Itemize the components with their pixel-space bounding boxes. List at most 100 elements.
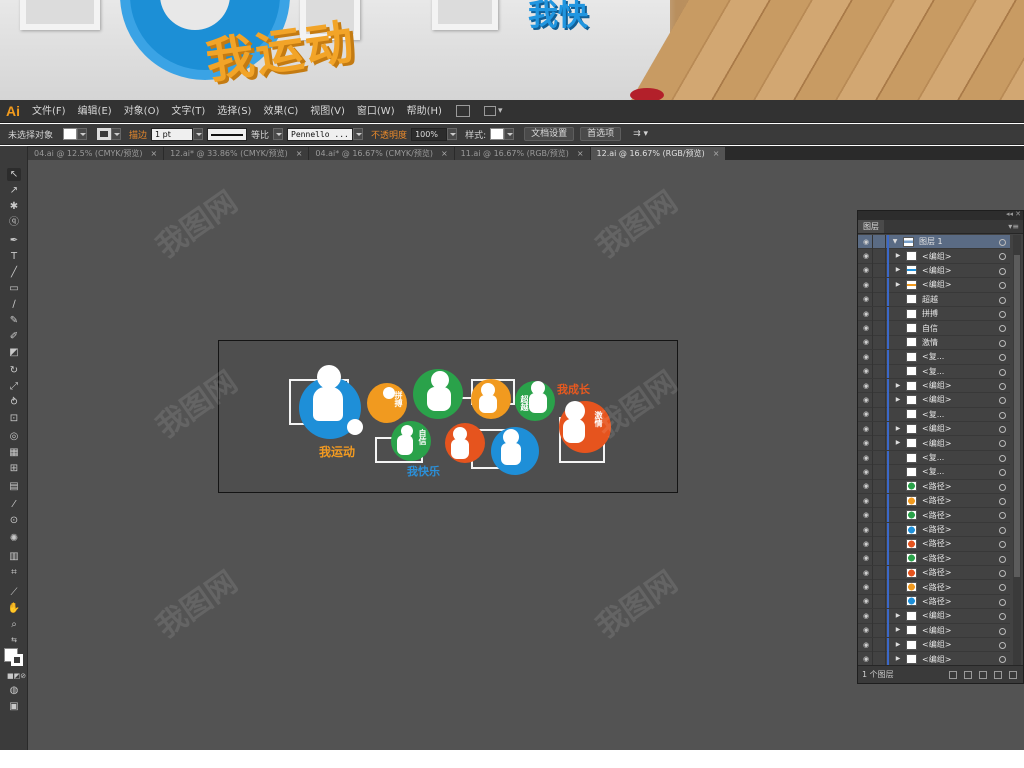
- layer-row[interactable]: ◉ <路径>: [858, 580, 1010, 595]
- pen-tool-icon[interactable]: ✒: [7, 234, 21, 247]
- layer-row[interactable]: ◉ 超越: [858, 292, 1010, 307]
- menu-item[interactable]: 文字(T): [165, 100, 211, 123]
- target-circle-icon[interactable]: [999, 440, 1006, 448]
- layer-row[interactable]: ◉ <复...: [858, 364, 1010, 379]
- disclosure-closed-icon[interactable]: ▶: [892, 249, 904, 263]
- collapse-icon[interactable]: ◂◂: [1006, 210, 1013, 218]
- eyedropper-tool-icon[interactable]: ⁄: [7, 498, 21, 511]
- target-circle-icon[interactable]: [999, 555, 1006, 563]
- lock-toggle[interactable]: [872, 450, 886, 465]
- target-circle-icon[interactable]: [999, 368, 1006, 376]
- shape-builder-tool-icon[interactable]: ◎: [7, 430, 21, 443]
- close-tab-icon[interactable]: ×: [441, 147, 448, 160]
- arrange-documents-icon[interactable]: ▾: [483, 105, 504, 117]
- lock-toggle[interactable]: [872, 349, 886, 364]
- lock-toggle[interactable]: [872, 292, 886, 307]
- lock-toggle[interactable]: [872, 493, 886, 508]
- free-transform-tool-icon[interactable]: ⊡: [7, 412, 21, 425]
- lock-toggle[interactable]: [872, 536, 886, 551]
- visibility-eye-icon[interactable]: ◉: [860, 580, 872, 594]
- target-circle-icon[interactable]: [999, 512, 1006, 520]
- layer-row[interactable]: ◉ ▶ <编组>: [858, 623, 1010, 638]
- layer-row[interactable]: ◉ <路径>: [858, 479, 1010, 495]
- lock-toggle[interactable]: [872, 565, 886, 580]
- scale-tool-icon[interactable]: ⤢: [7, 380, 21, 393]
- visibility-eye-icon[interactable]: ◉: [860, 263, 872, 277]
- target-circle-icon[interactable]: [999, 569, 1006, 577]
- stroke-profile-label[interactable]: 等比: [247, 128, 273, 141]
- scrollbar-thumb[interactable]: [1014, 255, 1020, 577]
- target-circle-icon[interactable]: [999, 627, 1006, 635]
- lock-toggle[interactable]: [872, 306, 886, 321]
- stroke-dropdown[interactable]: [111, 128, 122, 140]
- menu-item[interactable]: 视图(V): [304, 100, 351, 123]
- layer-row[interactable]: ◉ <路径>: [858, 522, 1010, 538]
- lock-toggle[interactable]: [872, 321, 886, 336]
- stroke-label[interactable]: 描边: [125, 128, 151, 141]
- target-circle-icon[interactable]: [999, 613, 1006, 621]
- blob-brush-tool-icon[interactable]: ✐: [7, 330, 21, 343]
- visibility-eye-icon[interactable]: ◉: [860, 235, 872, 249]
- target-circle-icon[interactable]: [999, 310, 1006, 318]
- document-tab[interactable]: 04.ai @ 12.5% (CMYK/预览) ×: [28, 147, 164, 160]
- disclosure-closed-icon[interactable]: ▶: [892, 638, 904, 652]
- layer-row[interactable]: ◉ ▶ <编组>: [858, 637, 1010, 653]
- eraser-tool-icon[interactable]: ◩: [7, 346, 21, 359]
- menu-item[interactable]: 窗口(W): [351, 100, 401, 123]
- target-circle-icon[interactable]: [999, 339, 1006, 347]
- panel-menu-icon[interactable]: ▾≡: [1008, 222, 1019, 231]
- new-sublayer-icon[interactable]: [979, 670, 987, 679]
- mesh-tool-icon[interactable]: ⊞: [7, 462, 21, 475]
- visibility-eye-icon[interactable]: ◉: [860, 307, 872, 321]
- zoom-tool-icon[interactable]: ⌕: [7, 618, 21, 631]
- close-icon[interactable]: ✕: [1015, 210, 1021, 218]
- target-circle-icon[interactable]: [999, 253, 1006, 261]
- target-circle-icon[interactable]: [999, 382, 1006, 390]
- lock-toggle[interactable]: [872, 479, 886, 494]
- close-tab-icon[interactable]: ×: [296, 147, 303, 160]
- fill-dropdown[interactable]: [77, 128, 88, 140]
- visibility-eye-icon[interactable]: ◉: [860, 494, 872, 508]
- preferences-button[interactable]: 首选项: [580, 127, 622, 141]
- direct-selection-tool-icon[interactable]: ↗: [7, 184, 21, 197]
- layer-row[interactable]: ◉ <路径>: [858, 594, 1010, 610]
- target-circle-icon[interactable]: [999, 296, 1006, 304]
- drawing-mode-icon[interactable]: ◍: [7, 684, 21, 697]
- visibility-eye-icon[interactable]: ◉: [860, 364, 872, 378]
- target-circle-icon[interactable]: [999, 541, 1006, 549]
- target-circle-icon[interactable]: [999, 469, 1006, 477]
- layer-row[interactable]: ◉ ▶ <编组>: [858, 378, 1010, 394]
- menu-item[interactable]: 文件(F): [26, 100, 72, 123]
- lock-toggle[interactable]: [872, 637, 886, 652]
- rotate-tool-icon[interactable]: ↻: [7, 364, 21, 377]
- layer-row[interactable]: ◉ ▶ <编组>: [858, 277, 1010, 293]
- visibility-eye-icon[interactable]: ◉: [860, 422, 872, 436]
- lock-toggle[interactable]: [872, 335, 886, 350]
- target-circle-icon[interactable]: [999, 282, 1006, 290]
- target-circle-icon[interactable]: [999, 584, 1006, 592]
- opacity-dropdown[interactable]: [447, 128, 458, 140]
- lock-toggle[interactable]: [872, 464, 886, 479]
- warp-tool-icon[interactable]: ⥁: [7, 396, 21, 409]
- lock-toggle[interactable]: [872, 608, 886, 623]
- visibility-eye-icon[interactable]: ◉: [860, 393, 872, 407]
- visibility-eye-icon[interactable]: ◉: [860, 638, 872, 652]
- layer-row[interactable]: ◉ <复...: [858, 349, 1010, 365]
- close-tab-icon[interactable]: ×: [150, 147, 157, 160]
- opacity-field[interactable]: 100%: [411, 127, 448, 141]
- style-dropdown[interactable]: [504, 128, 515, 140]
- target-circle-icon[interactable]: [999, 397, 1006, 405]
- stroke-weight-dropdown[interactable]: [193, 128, 204, 140]
- line-tool-icon[interactable]: ╱: [7, 266, 21, 279]
- disclosure-closed-icon[interactable]: ▶: [892, 278, 904, 292]
- target-circle-icon[interactable]: [999, 526, 1006, 534]
- visibility-eye-icon[interactable]: ◉: [860, 594, 872, 608]
- layer-row[interactable]: ◉ <路径>: [858, 551, 1010, 566]
- align-menu-icon[interactable]: ⇉ ▾: [629, 129, 652, 139]
- rectangle-tool-icon[interactable]: ▭: [7, 282, 21, 295]
- lock-toggle[interactable]: [872, 594, 886, 609]
- layer-row[interactable]: ◉ ▼ 图层 1: [858, 235, 1010, 250]
- visibility-eye-icon[interactable]: ◉: [860, 523, 872, 537]
- visibility-eye-icon[interactable]: ◉: [860, 652, 872, 665]
- layer-row[interactable]: ◉ <复...: [858, 407, 1010, 423]
